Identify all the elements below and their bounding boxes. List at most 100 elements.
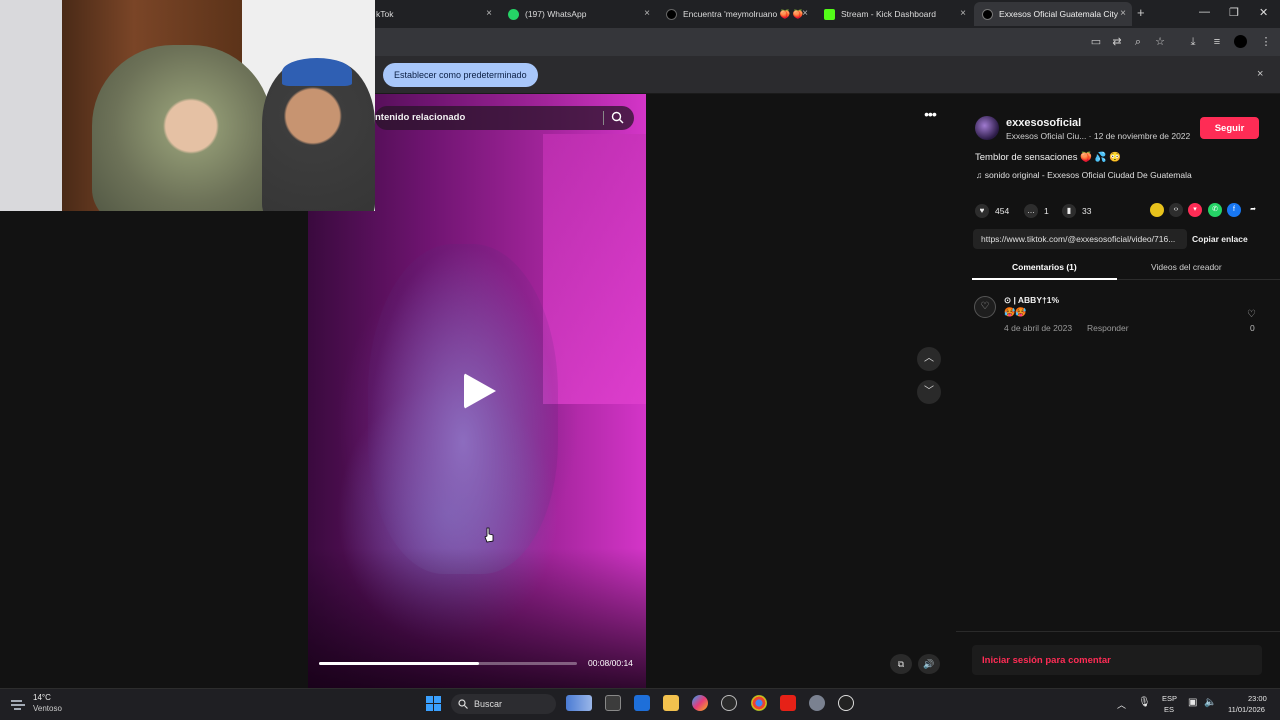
- search-divider: [603, 111, 604, 125]
- clock-date: 11/01/2026: [1228, 705, 1265, 714]
- minimize-icon[interactable]: —: [1199, 6, 1210, 18]
- taskbar-search[interactable]: Buscar: [451, 694, 556, 714]
- video-progress-bar[interactable]: [319, 662, 577, 665]
- wind-weather-icon[interactable]: [10, 697, 28, 711]
- follow-button[interactable]: Seguir: [1200, 117, 1259, 139]
- network-icon[interactable]: ▣: [1188, 697, 1197, 708]
- language-top[interactable]: ESP: [1162, 694, 1177, 703]
- bookmark-star-icon[interactable]: ☆: [1153, 35, 1167, 49]
- more-options-icon[interactable]: •••: [918, 106, 942, 126]
- search-placeholder: ntenido relacionado: [375, 112, 466, 123]
- tab-title: Stream - Kick Dashboard: [841, 9, 936, 19]
- close-icon[interactable]: ×: [644, 8, 650, 19]
- hand-cursor-icon: [484, 527, 494, 543]
- comment-text: 🥵🥵: [1004, 307, 1027, 317]
- like-count: 454: [995, 206, 1010, 216]
- close-icon[interactable]: ×: [486, 8, 492, 19]
- tab-comments[interactable]: Comentarios (1): [1012, 262, 1077, 272]
- heart-icon: ♥: [975, 204, 989, 218]
- zoom-icon[interactable]: ⌕: [1131, 35, 1145, 49]
- login-to-comment[interactable]: Iniciar sesión para comentar: [972, 645, 1262, 675]
- close-icon[interactable]: ×: [1120, 8, 1126, 19]
- translate-icon[interactable]: ⇄: [1110, 35, 1124, 49]
- tab-whatsapp[interactable]: (197) WhatsApp ×: [500, 2, 656, 26]
- widgets-icon[interactable]: [566, 695, 592, 711]
- settings-app-icon[interactable]: [721, 695, 737, 711]
- webcam-person-hoodie: [92, 45, 272, 211]
- cast-icon[interactable]: ▭: [1089, 35, 1103, 49]
- menu-kebab-icon[interactable]: ⋮: [1259, 35, 1273, 49]
- microphone-icon[interactable]: 🎙: [1138, 697, 1151, 708]
- tab-creator-videos[interactable]: Videos del creador: [1151, 262, 1222, 272]
- new-tab-button[interactable]: +: [1137, 5, 1145, 20]
- commenter-avatar[interactable]: ♡: [974, 296, 996, 318]
- file-explorer-icon[interactable]: [663, 695, 679, 711]
- chevron-down-icon[interactable]: ﹀: [917, 380, 941, 404]
- set-default-button[interactable]: Establecer como predeterminado: [383, 63, 538, 87]
- divider: [956, 631, 1280, 632]
- tiktok-icon: [982, 8, 993, 20]
- post-sound[interactable]: ♫ sonido original - Exxesos Oficial Ciud…: [976, 170, 1192, 180]
- restore-icon[interactable]: ❐: [1229, 6, 1239, 19]
- store-icon[interactable]: [634, 695, 650, 711]
- active-tab-indicator: [972, 278, 1117, 280]
- window-close-icon[interactable]: ✕: [1259, 6, 1268, 19]
- comment-heart-icon[interactable]: ♡: [1247, 309, 1256, 320]
- reply-button[interactable]: Responder: [1087, 323, 1129, 333]
- gear-icon[interactable]: [809, 695, 825, 711]
- copilot-icon[interactable]: [692, 695, 708, 711]
- weather-temperature: 14°C: [33, 693, 51, 702]
- media-player-icon[interactable]: [838, 695, 854, 711]
- close-icon[interactable]: ×: [802, 8, 808, 19]
- language-bottom: ES: [1164, 705, 1175, 714]
- facebook-share-icon[interactable]: f: [1227, 203, 1241, 217]
- youtube-icon[interactable]: [780, 695, 796, 711]
- bookmark-icon: ▮: [1062, 204, 1076, 218]
- coin-share-icon[interactable]: [1150, 203, 1164, 217]
- whatsapp-share-icon[interactable]: ✆: [1208, 203, 1222, 217]
- infobar-close-icon[interactable]: ×: [1257, 68, 1263, 80]
- download-icon[interactable]: ⤓: [1186, 35, 1200, 49]
- share-link-text: https://www.tiktok.com/@exxesosoficial/v…: [981, 234, 1176, 244]
- save-count: 33: [1082, 206, 1092, 216]
- video-frame-wall: [543, 134, 646, 404]
- like-stat[interactable]: ♥ 454: [975, 204, 1009, 218]
- webcam-blue-cap: [282, 58, 352, 86]
- save-stat[interactable]: ▮ 33: [1062, 204, 1091, 218]
- tab-title: kTok: [376, 9, 394, 19]
- commenter-name[interactable]: ⊙ | ABBY†1%: [1004, 295, 1059, 306]
- play-icon[interactable]: [464, 373, 496, 409]
- copy-link-button[interactable]: Copiar enlace: [1192, 234, 1248, 244]
- search-icon[interactable]: [611, 111, 624, 124]
- speaker-icon[interactable]: 🔈: [1204, 697, 1216, 708]
- send-icon[interactable]: ▾: [1188, 203, 1202, 217]
- clock-time[interactable]: 23:00: [1248, 694, 1267, 703]
- share-link-box[interactable]: https://www.tiktok.com/@exxesosoficial/v…: [973, 229, 1187, 249]
- pip-icon[interactable]: ⧉: [890, 654, 912, 674]
- comment-like-count: 0: [1250, 323, 1255, 333]
- close-icon[interactable]: ×: [960, 8, 966, 19]
- task-view-icon[interactable]: [605, 695, 621, 711]
- comment-stat[interactable]: … 1: [1024, 204, 1049, 218]
- embed-icon[interactable]: ‹›: [1169, 203, 1183, 217]
- creator-username[interactable]: exxesosoficial: [1006, 117, 1081, 129]
- volume-icon[interactable]: 🔊: [918, 654, 940, 674]
- chrome-icon[interactable]: [751, 695, 767, 711]
- related-content-search[interactable]: ntenido relacionado: [375, 106, 634, 130]
- whatsapp-icon: [508, 8, 519, 20]
- chevron-up-icon[interactable]: ︿: [917, 347, 941, 371]
- tab-kick[interactable]: Stream - Kick Dashboard ×: [816, 2, 972, 26]
- media-list-icon[interactable]: ≡: [1210, 35, 1224, 49]
- creator-avatar[interactable]: [975, 116, 999, 140]
- tab-title: (197) WhatsApp: [525, 9, 587, 19]
- profile-avatar[interactable]: [1234, 35, 1247, 48]
- tray-chevron-up-icon[interactable]: ︿: [1117, 698, 1126, 711]
- taskbar-search-label: Buscar: [474, 699, 503, 709]
- tab-exxesos-active[interactable]: Exxesos Oficial Guatemala City ×: [974, 2, 1132, 26]
- post-details-panel: [956, 94, 1280, 688]
- windows-start-icon[interactable]: [426, 696, 441, 711]
- tab-tiktok[interactable]: kTok ×: [368, 2, 498, 26]
- video-time: 00:08/00:14: [588, 658, 633, 668]
- tab-encuentra[interactable]: Encuentra 'meymolruano 🍑 🍑 ×: [658, 2, 814, 26]
- share-arrow-icon[interactable]: ➦: [1246, 203, 1260, 217]
